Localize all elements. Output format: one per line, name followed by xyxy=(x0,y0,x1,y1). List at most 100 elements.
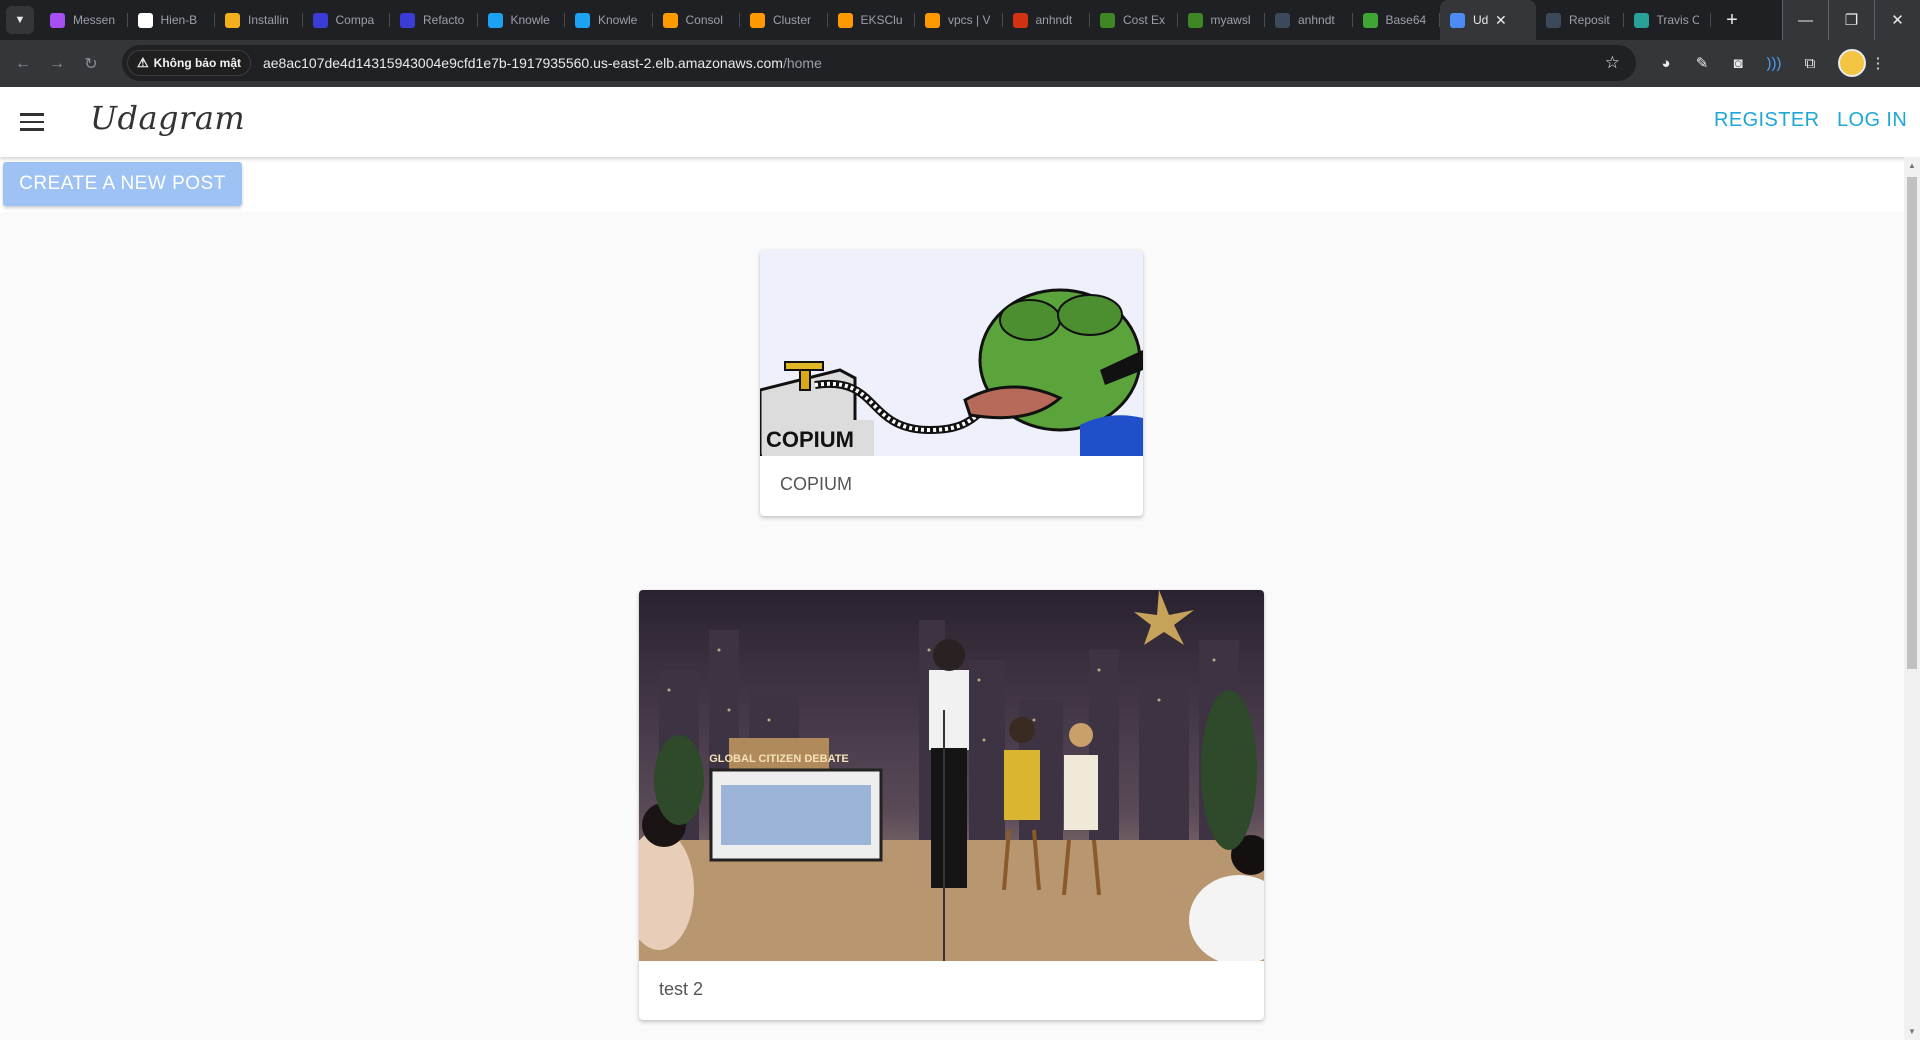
browser-tab[interactable]: Hien-B xyxy=(128,0,216,40)
browser-tab[interactable]: anhndt xyxy=(1003,0,1091,40)
aws-icon xyxy=(837,12,853,28)
color-extension-icon[interactable]: ◕ xyxy=(1648,46,1684,80)
login-button[interactable]: LOG IN xyxy=(1837,109,1907,132)
travis-icon xyxy=(1633,12,1649,28)
aws-icon xyxy=(925,12,940,28)
tab-label: Messen xyxy=(73,13,115,27)
eyedropper-extension-icon[interactable]: ✎ xyxy=(1684,46,1720,80)
tab-label: Compa xyxy=(335,13,375,27)
box-icon xyxy=(225,12,240,28)
register-button[interactable]: REGISTER xyxy=(1714,109,1819,132)
browser-tab[interactable]: Knowle xyxy=(478,0,566,40)
udacity-icon xyxy=(400,12,415,28)
close-tab-icon[interactable]: ✕ xyxy=(1495,12,1507,29)
profile-avatar[interactable] xyxy=(1838,49,1866,77)
back-button[interactable]: ← xyxy=(6,47,40,81)
browser-tab[interactable]: Ud ✕ xyxy=(1440,0,1536,40)
url-text[interactable]: ae8ac107de4d14315943004e9cfd1e7b-1917935… xyxy=(263,55,822,71)
camera-extension-icon[interactable]: ◙ xyxy=(1720,46,1756,80)
browser-tab[interactable]: Messen xyxy=(40,0,128,40)
tab-label: Reposit xyxy=(1569,13,1610,27)
close-window-button[interactable]: ✕ xyxy=(1874,0,1920,40)
aws-icon xyxy=(1275,12,1290,28)
url-host: ae8ac107de4d14315943004e9cfd1e7b-1917935… xyxy=(262,55,783,71)
browser-tab[interactable]: anhndt xyxy=(1265,0,1353,40)
browser-tab[interactable]: Reposit xyxy=(1536,0,1624,40)
browser-tab[interactable]: Cost Ex xyxy=(1090,0,1178,40)
tab-label: Base64 xyxy=(1385,13,1427,27)
scroll-down-arrow-icon[interactable]: ▼ xyxy=(1908,1027,1916,1036)
udagram-app: Udagram REGISTER LOG IN CREATE A NEW POS… xyxy=(0,87,1920,1040)
tab-label: Travis C xyxy=(1656,13,1699,27)
browser-tab[interactable]: Cluster xyxy=(740,0,828,40)
browser-tab-strip: ▼ Messen Hien-B Installin Compa Refacto Knowl… xyxy=(0,0,1920,40)
audio-extension-icon[interactable]: ))) xyxy=(1756,46,1792,80)
hamburger-menu-icon[interactable] xyxy=(20,107,50,137)
aws-icon xyxy=(1546,12,1561,28)
post-image: GLOBAL CITIZEN DEBATE xyxy=(639,590,1264,961)
browser-tab[interactable]: Consol xyxy=(653,0,741,40)
tab-label: vpcs | V xyxy=(948,13,990,27)
udacity-icon xyxy=(312,12,328,28)
browser-tab[interactable]: EKSClu xyxy=(828,0,916,40)
browser-tab[interactable]: Base64 xyxy=(1353,0,1441,40)
tab-label: Hien-B xyxy=(160,13,198,27)
browser-tab[interactable]: vpcs | V xyxy=(915,0,1003,40)
debate-banner-text: GLOBAL CITIZEN DEBATE xyxy=(709,753,849,765)
browser-tab[interactable]: Refacto xyxy=(390,0,478,40)
post-caption: test 2 xyxy=(659,979,704,999)
action-bar: CREATE A NEW POST xyxy=(0,157,1904,212)
window-controls: — ❐ ✕ xyxy=(1782,0,1920,40)
create-new-post-button[interactable]: CREATE A NEW POST xyxy=(3,162,242,206)
tab-label: anhndt xyxy=(1298,13,1335,27)
aws-icon xyxy=(1100,12,1115,28)
post-card: GLOBAL CITIZEN DEBATE test 2 xyxy=(639,590,1264,1020)
aws-icon xyxy=(662,12,678,28)
post-feed: COPIUM COPIUM GLOBAL CITIZEN DEBATE test… xyxy=(0,212,1904,1040)
scrollbar-thumb[interactable] xyxy=(1907,177,1917,669)
tab-label: Knowle xyxy=(510,13,550,27)
restore-button[interactable]: ❐ xyxy=(1828,0,1874,40)
security-indicator[interactable]: ⚠ Không bảo mật xyxy=(127,50,251,76)
bookmark-star-icon[interactable]: ☆ xyxy=(1605,53,1620,73)
tab-label: Installin xyxy=(248,13,289,27)
tab-label: Cost Ex xyxy=(1123,13,1165,27)
post-card: COPIUM COPIUM xyxy=(760,250,1143,516)
tab-label: Knowle xyxy=(598,13,638,27)
extensions-area: ◕ ✎ ◙ ))) ⧉ ⋮ xyxy=(1648,46,1890,80)
post-image: COPIUM xyxy=(760,250,1143,456)
tab-label: anhndt xyxy=(1035,13,1073,27)
minimize-button[interactable]: — xyxy=(1782,0,1828,40)
copium-image-label: COPIUM xyxy=(766,427,854,452)
scroll-up-arrow-icon[interactable]: ▲ xyxy=(1908,161,1916,170)
browser-toolbar: ← → ↻ ⚠ Không bảo mật ae8ac107de4d143159… xyxy=(0,40,1920,87)
forward-button[interactable]: → xyxy=(40,47,74,81)
aws-icon xyxy=(750,12,765,28)
tab-search-button[interactable]: ▼ xyxy=(6,6,34,34)
brand-logo[interactable]: Udagram xyxy=(90,99,245,137)
new-tab-button[interactable]: + xyxy=(1717,5,1747,35)
url-path: /home xyxy=(782,55,822,71)
reload-button[interactable]: ↻ xyxy=(74,47,108,81)
browser-tab[interactable]: Knowle xyxy=(565,0,653,40)
extensions-puzzle-icon[interactable]: ⧉ xyxy=(1792,46,1828,80)
browser-tab[interactable]: Installin xyxy=(215,0,303,40)
b64-icon xyxy=(1362,12,1378,28)
page-scrollbar[interactable]: ▲ ▼ xyxy=(1904,157,1920,1040)
aws-icon xyxy=(1187,12,1203,28)
tab-list: Messen Hien-B Installin Compa Refacto Knowle K… xyxy=(40,0,1711,40)
tab-label: Ud xyxy=(1473,13,1489,27)
address-bar[interactable]: ⚠ Không bảo mật ae8ac107de4d14315943004e… xyxy=(122,45,1636,81)
udacity-icon xyxy=(575,12,590,28)
tab-label: Consol xyxy=(685,13,723,27)
browser-tab[interactable]: myawsl xyxy=(1178,0,1266,40)
messenger-icon xyxy=(50,12,65,28)
browser-menu-icon[interactable]: ⋮ xyxy=(1866,46,1890,80)
github-icon xyxy=(137,12,153,28)
app-icon xyxy=(1450,12,1465,28)
tab-label: myawsl xyxy=(1210,13,1251,27)
browser-tab[interactable]: Travis C xyxy=(1624,0,1712,40)
browser-tab[interactable]: Compa xyxy=(303,0,391,40)
security-label: Không bảo mật xyxy=(153,56,241,70)
aws-icon xyxy=(1012,12,1028,28)
